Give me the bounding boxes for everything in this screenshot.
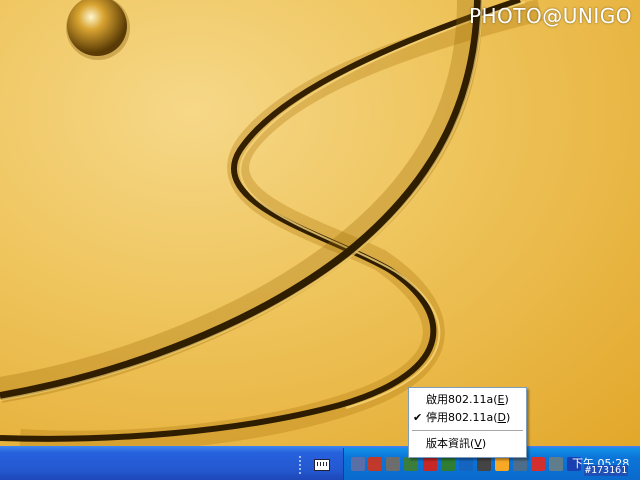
checkmark-icon: ✔ <box>413 411 423 424</box>
image-id-tag: #173161 <box>584 465 629 476</box>
pen-icon[interactable] <box>404 457 418 471</box>
menu-separator <box>412 430 523 431</box>
menu-item-label: 停用802.11a(D) <box>426 411 511 424</box>
monitor-icon[interactable] <box>549 457 563 471</box>
device-icon[interactable] <box>513 457 527 471</box>
network-x-icon[interactable] <box>368 457 382 471</box>
menu-item-label: 版本資訊(V) <box>426 437 487 450</box>
photo-watermark: PHOTO@UNIGO <box>468 4 632 28</box>
menu-item-label: 啟用802.11a(E) <box>426 393 509 406</box>
wallpaper-swirl-graphic <box>0 0 543 446</box>
sound-icon[interactable] <box>386 457 400 471</box>
menu-item-enable-80211a[interactable]: 啟用802.11a(E) <box>409 391 526 409</box>
keyboard-icon[interactable] <box>314 459 330 471</box>
power-off-icon[interactable] <box>477 457 491 471</box>
security-shield-icon[interactable] <box>423 457 437 471</box>
menu-item-about[interactable]: 版本資訊(V) <box>409 435 526 453</box>
desktop-wallpaper: PHOTO@UNIGO <box>0 0 640 446</box>
toolbar-grip[interactable] <box>299 456 304 474</box>
network-disconnected-icon[interactable] <box>351 457 365 471</box>
wireless-context-menu: 啟用802.11a(E) ✔ 停用802.11a(D) 版本資訊(V) <box>408 387 527 458</box>
update-icon[interactable] <box>441 457 455 471</box>
wireless-x-icon[interactable] <box>531 457 545 471</box>
eco-icon[interactable] <box>495 457 509 471</box>
sync-icon[interactable] <box>459 457 473 471</box>
menu-item-disable-80211a[interactable]: ✔ 停用802.11a(D) <box>409 409 526 427</box>
